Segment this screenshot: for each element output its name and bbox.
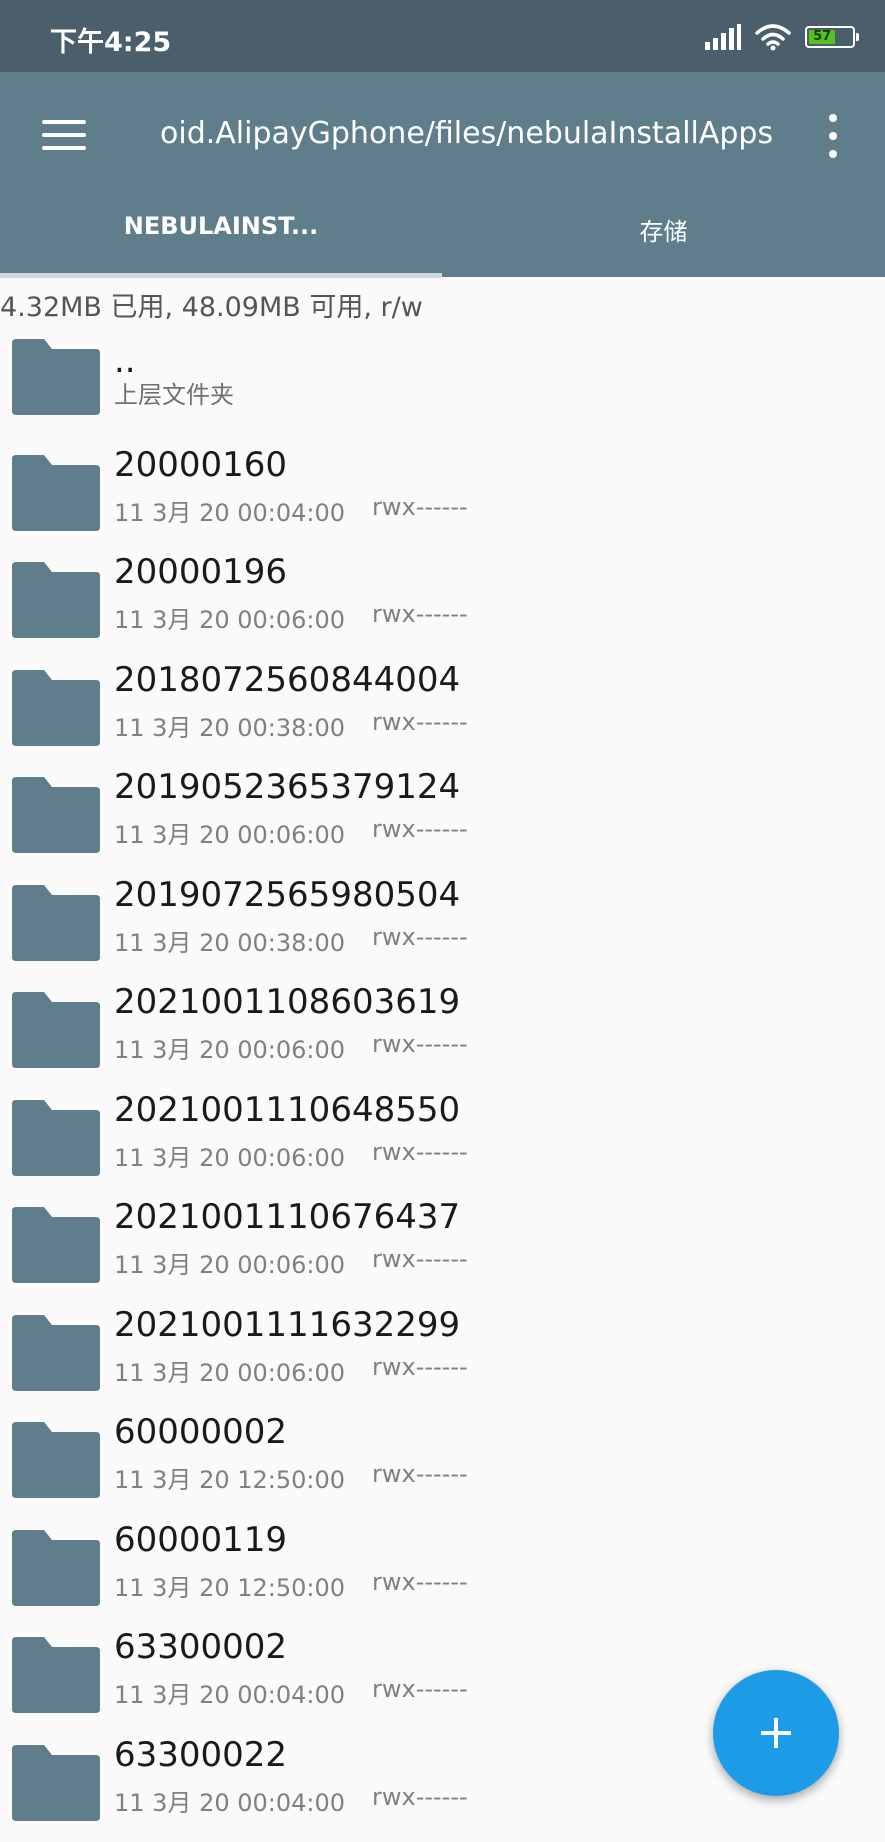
storage-info: 4.32MB 已用, 48.09MB 可用, r/w xyxy=(0,292,423,323)
file-permissions: rwx------ xyxy=(372,493,468,521)
file-row[interactable]: 2021001111632299 11 3月 20 00:06:00 rwx----… xyxy=(0,1301,885,1408)
file-name: 2019052365379124 xyxy=(114,767,461,807)
tab-selected-indicator xyxy=(0,273,442,278)
file-date: 11 3月 20 00:04:00 xyxy=(114,1681,346,1709)
file-date: 11 3月 20 00:06:00 xyxy=(114,1036,346,1064)
folder-icon xyxy=(12,455,100,531)
battery-icon: 57 xyxy=(805,26,859,48)
file-name: 63300002 xyxy=(114,1627,288,1667)
signal-icon xyxy=(705,24,741,50)
folder-icon xyxy=(12,777,100,853)
file-date: 11 3月 20 00:38:00 xyxy=(114,714,346,742)
file-permissions: rwx------ xyxy=(372,1783,468,1811)
file-row[interactable]: 2019052365379124 11 3月 20 00:06:00 rwx----… xyxy=(0,763,885,870)
file-name: 60000119 xyxy=(114,1520,288,1560)
file-permissions: rwx------ xyxy=(372,923,468,951)
file-name: 20000196 xyxy=(114,552,288,592)
file-name: 2018072560844004 xyxy=(114,660,461,700)
file-permissions: rwx------ xyxy=(372,1030,468,1058)
file-permissions: rwx------ xyxy=(372,1675,468,1703)
file-permissions: rwx------ xyxy=(372,600,468,628)
file-name: 2021001110648550 xyxy=(114,1090,461,1130)
file-name: 20000160 xyxy=(114,445,288,485)
file-name: 63300022 xyxy=(114,1735,288,1775)
status-bar: 下午4:25 57 xyxy=(0,0,885,72)
file-name: 2019072565980504 xyxy=(114,875,461,915)
parent-folder-label: 上层文件夹 xyxy=(114,381,234,409)
file-name: 60000002 xyxy=(114,1412,288,1452)
folder-icon xyxy=(12,885,100,961)
file-date: 11 3月 20 00:06:00 xyxy=(114,1359,346,1387)
battery-level: 57 xyxy=(809,30,836,44)
folder-icon xyxy=(12,1100,100,1176)
file-date: 11 3月 20 00:06:00 xyxy=(114,821,346,849)
folder-icon xyxy=(12,1745,100,1821)
file-permissions: rwx------ xyxy=(372,1460,468,1488)
file-row[interactable]: 60000119 11 3月 20 12:50:00 rwx------ xyxy=(0,1516,885,1623)
file-date: 11 3月 20 00:04:00 xyxy=(114,1789,346,1817)
folder-icon xyxy=(12,1315,100,1391)
tab-storage[interactable]: 存储 xyxy=(442,212,885,268)
folder-icon xyxy=(12,562,100,638)
file-row[interactable]: 2019072565980504 11 3月 20 00:38:00 rwx----… xyxy=(0,871,885,978)
status-time: 下午4:25 xyxy=(50,27,172,58)
file-permissions: rwx------ xyxy=(372,1353,468,1381)
file-date: 11 3月 20 12:50:00 xyxy=(114,1466,346,1494)
file-name: 2021001110676437 xyxy=(114,1197,461,1237)
file-row[interactable]: 20000160 11 3月 20 00:04:00 rwx------ xyxy=(0,441,885,548)
folder-icon xyxy=(12,670,100,746)
folder-icon xyxy=(12,992,100,1068)
file-date: 11 3月 20 00:38:00 xyxy=(114,929,346,957)
tab-nebulainstallapps[interactable]: NEBULAINST... xyxy=(0,212,442,268)
status-icons: 57 xyxy=(705,22,859,52)
file-permissions: rwx------ xyxy=(372,815,468,843)
file-date: 11 3月 20 00:06:00 xyxy=(114,1251,346,1279)
file-date: 11 3月 20 12:50:00 xyxy=(114,1574,346,1602)
menu-icon[interactable] xyxy=(42,120,86,152)
more-vert-icon[interactable] xyxy=(822,114,846,160)
file-row[interactable]: 2018072560844004 11 3月 20 00:38:00 rwx----… xyxy=(0,656,885,763)
file-row[interactable]: 2021001110648550 11 3月 20 00:06:00 rwx----… xyxy=(0,1086,885,1193)
file-permissions: rwx------ xyxy=(372,708,468,736)
file-name: 2021001111632299 xyxy=(114,1305,461,1345)
file-date: 11 3月 20 00:04:00 xyxy=(114,499,346,527)
current-path-title: oid.AlipayGphone/files/nebulaInstallApps xyxy=(160,116,774,151)
folder-icon xyxy=(12,1207,100,1283)
file-date: 11 3月 20 00:06:00 xyxy=(114,1144,346,1172)
file-permissions: rwx------ xyxy=(372,1245,468,1273)
file-row[interactable]: 60000002 11 3月 20 12:50:00 rwx------ xyxy=(0,1408,885,1515)
add-fab-button[interactable] xyxy=(713,1670,839,1796)
file-row[interactable]: 2021001110676437 11 3月 20 00:06:00 rwx----… xyxy=(0,1193,885,1300)
file-date: 11 3月 20 00:06:00 xyxy=(114,606,346,634)
folder-icon xyxy=(12,1530,100,1606)
file-permissions: rwx------ xyxy=(372,1138,468,1166)
file-permissions: rwx------ xyxy=(372,1568,468,1596)
folder-icon xyxy=(12,339,100,415)
file-row[interactable]: 2021001108603619 11 3月 20 00:06:00 rwx----… xyxy=(0,978,885,1085)
parent-folder-row[interactable]: .. 上层文件夹 xyxy=(0,333,885,440)
file-row[interactable]: 20000196 11 3月 20 00:06:00 rwx------ xyxy=(0,548,885,655)
folder-icon xyxy=(12,1422,100,1498)
folder-icon xyxy=(12,1637,100,1713)
file-name: 2021001108603619 xyxy=(114,982,461,1022)
wifi-icon xyxy=(755,24,791,51)
